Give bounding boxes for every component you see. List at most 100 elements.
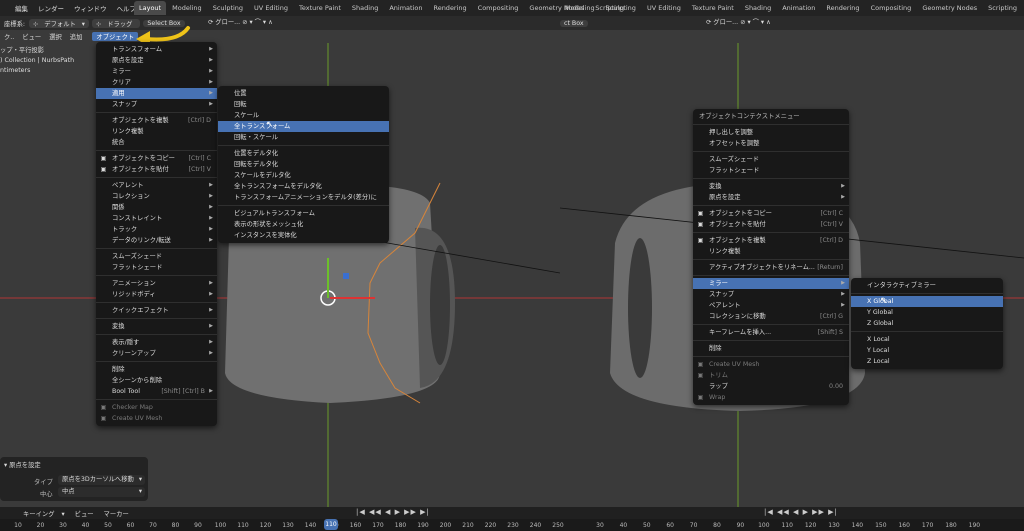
- menu-item[interactable]: 削除: [693, 343, 849, 354]
- select-box-dropdown-right[interactable]: ct Box: [560, 19, 588, 27]
- menu-item[interactable]: 適用 ▶: [96, 88, 217, 99]
- menu-item[interactable]: リンク複製: [96, 126, 217, 137]
- tab-right-compositing[interactable]: Compositing: [866, 1, 917, 15]
- keying-menu[interactable]: キーイング ▾: [0, 509, 70, 518]
- menu-item[interactable]: クリア ▶: [96, 77, 217, 88]
- menu-item[interactable]: 位置をデルタ化: [218, 148, 389, 159]
- menu-item[interactable]: スナップ ▶: [693, 289, 849, 300]
- menu-item[interactable]: ミラー ▶: [693, 278, 849, 289]
- playback-controls-right[interactable]: |◀ ◀◀ ◀ ▶ ▶▶ ▶|: [764, 508, 838, 516]
- menu-item[interactable]: Bool Tool [Shift] [Ctrl] B ▶: [96, 386, 217, 397]
- menu-item[interactable]: インタラクティブミラー: [851, 280, 1003, 291]
- type-dropdown[interactable]: 原点を3Dカーソルへ移動 ▾: [58, 475, 145, 485]
- menu-item[interactable]: トラック ▶: [96, 224, 217, 235]
- menu-item[interactable]: データのリンク/転送 ▶: [96, 235, 217, 246]
- menu-item[interactable]: スケールをデルタ化: [218, 170, 389, 181]
- tab-right-geometry-nodes[interactable]: Geometry Nodes: [917, 1, 982, 15]
- menu-item[interactable]: 全トランスフォームをデルタ化: [218, 181, 389, 192]
- menu-select[interactable]: 選択: [45, 32, 66, 41]
- menu-item[interactable]: 変換 ▶: [693, 181, 849, 192]
- menu-item[interactable]: ビジュアルトランスフォーム: [218, 208, 389, 219]
- menu-item[interactable]: X Global: [851, 296, 1003, 307]
- menu-item[interactable]: ▣ オブジェクトを貼付 [Ctrl] V: [96, 164, 217, 175]
- tab-rendering[interactable]: Rendering: [428, 1, 471, 15]
- tab-uv-editing[interactable]: UV Editing: [249, 1, 293, 15]
- menu-item[interactable]: アニメーション ▶: [96, 278, 217, 289]
- playback-controls[interactable]: |◀ ◀◀ ◀ ▶ ▶▶ ▶|: [356, 508, 430, 516]
- menu-item[interactable]: Y Global: [851, 307, 1003, 318]
- menu-item[interactable]: アクティブオブジェクトをリネーム... [Return]: [693, 262, 849, 273]
- menu-item[interactable]: Y Local: [851, 345, 1003, 356]
- menu-item[interactable]: オブジェクトを複製 [Ctrl] D: [96, 115, 217, 126]
- tab-right-uv-editing[interactable]: UV Editing: [642, 1, 686, 15]
- menu-item[interactable]: ミラー ▶: [96, 66, 217, 77]
- menu-item[interactable]: フラットシェード: [693, 165, 849, 176]
- top-menu-item[interactable]: 編集: [10, 3, 33, 13]
- tab-texture-paint[interactable]: Texture Paint: [294, 1, 346, 15]
- menu-item[interactable]: ▣ オブジェクトをコピー [Ctrl] C: [96, 153, 217, 164]
- menu-item[interactable]: ▣ トリム: [693, 370, 849, 381]
- menu-item[interactable]: スムーズシェード: [96, 251, 217, 262]
- menu-item[interactable]: オフセットを調整: [693, 138, 849, 149]
- tab-right-shading[interactable]: Shading: [740, 1, 776, 15]
- menu-item[interactable]: Z Global: [851, 318, 1003, 329]
- menu-item[interactable]: Z Local: [851, 356, 1003, 367]
- menu-item[interactable]: ▣ Wrap: [693, 392, 849, 403]
- menu-item[interactable]: ラップ 0.00: [693, 381, 849, 392]
- menu-item[interactable]: コンストレイント ▶: [96, 213, 217, 224]
- menu-add[interactable]: 追加: [66, 32, 87, 41]
- tab-right-scripting[interactable]: Scripting: [983, 1, 1022, 15]
- menu-item[interactable]: 回転・スケール: [218, 132, 389, 143]
- menu-item[interactable]: ペアレント ▶: [96, 180, 217, 191]
- tab-layout[interactable]: Layout: [134, 1, 167, 15]
- pivot-dropdown[interactable]: ⊹ デフォルト ▾: [29, 18, 89, 28]
- menu-item[interactable]: クリーンアップ ▶: [96, 348, 217, 359]
- menu-item[interactable]: スケール: [218, 110, 389, 121]
- menu-item[interactable]: ▣ オブジェクトを貼付 [Ctrl] V: [693, 219, 849, 230]
- menu-item[interactable]: X Local: [851, 334, 1003, 345]
- timeline-view-menu[interactable]: ビュー: [70, 509, 99, 518]
- tab-shading[interactable]: Shading: [347, 1, 383, 15]
- menu-item[interactable]: ▣ Checker Map: [96, 402, 217, 413]
- menu-item[interactable]: ペアレント ▶: [693, 300, 849, 311]
- menu-item[interactable]: コレクション ▶: [96, 191, 217, 202]
- tab-right-texture-paint[interactable]: Texture Paint: [687, 1, 739, 15]
- menu-item[interactable]: 変換 ▶: [96, 321, 217, 332]
- menu-item[interactable]: リンク複製: [693, 246, 849, 257]
- menu-item[interactable]: 原点を設定 ▶: [96, 55, 217, 66]
- menu-item[interactable]: ▣ オブジェクトをコピー [Ctrl] C: [693, 208, 849, 219]
- menu-item[interactable]: インスタンスを実体化: [218, 230, 389, 241]
- menu-item[interactable]: 関係 ▶: [96, 202, 217, 213]
- menu-item[interactable]: フラットシェード: [96, 262, 217, 273]
- menu-item[interactable]: ▣ Create UV Mesh: [693, 359, 849, 370]
- global-dropdown[interactable]: ⟳ グロー... ⊘ ▾ ⌒ ▾ ∧: [208, 17, 273, 26]
- tab-right-sculpting[interactable]: Sculpting: [601, 1, 641, 15]
- menu-item[interactable]: トランスフォームアニメーションをデルタ(差分)に: [218, 192, 389, 203]
- menu-item[interactable]: コレクションに移動 [Ctrl] G: [693, 311, 849, 322]
- tab-animation[interactable]: Animation: [384, 1, 427, 15]
- menu-item[interactable]: 統合: [96, 137, 217, 148]
- tab-compositing[interactable]: Compositing: [473, 1, 524, 15]
- menu-item[interactable]: 原点を設定 ▶: [693, 192, 849, 203]
- marker-menu[interactable]: マーカー: [99, 509, 134, 518]
- menu-item[interactable]: 回転をデルタ化: [218, 159, 389, 170]
- menu-item[interactable]: ▣ Create UV Mesh: [96, 413, 217, 424]
- tab-right-animation[interactable]: Animation: [777, 1, 820, 15]
- menu-item[interactable]: クイックエフェクト ▶: [96, 305, 217, 316]
- tab-sculpting[interactable]: Sculpting: [208, 1, 248, 15]
- menu-item[interactable]: リジッドボディ ▶: [96, 289, 217, 300]
- menu-item[interactable]: 表示の形状をメッシュ化: [218, 219, 389, 230]
- menu-item[interactable]: 回転: [218, 99, 389, 110]
- global-dropdown-right[interactable]: ⟳ グロー... ⊘ ▾ ⌒ ▾ ∧: [706, 17, 771, 26]
- menu-item[interactable]: 表示/隠す ▶: [96, 337, 217, 348]
- top-menu-item[interactable]: レンダー: [33, 3, 69, 13]
- view-prefix[interactable]: ク..: [0, 32, 18, 41]
- top-menu-item[interactable]: ウィンドウ: [69, 3, 112, 13]
- menu-item[interactable]: 押し出しを調整: [693, 127, 849, 138]
- menu-item[interactable]: スムーズシェード: [693, 154, 849, 165]
- menu-view[interactable]: ビュー: [18, 32, 45, 41]
- menu-item[interactable]: 全シーンから削除: [96, 375, 217, 386]
- tab-right-rendering[interactable]: Rendering: [821, 1, 864, 15]
- menu-item[interactable]: トランスフォーム ▶: [96, 44, 217, 55]
- tab-modeling[interactable]: Modeling: [167, 1, 207, 15]
